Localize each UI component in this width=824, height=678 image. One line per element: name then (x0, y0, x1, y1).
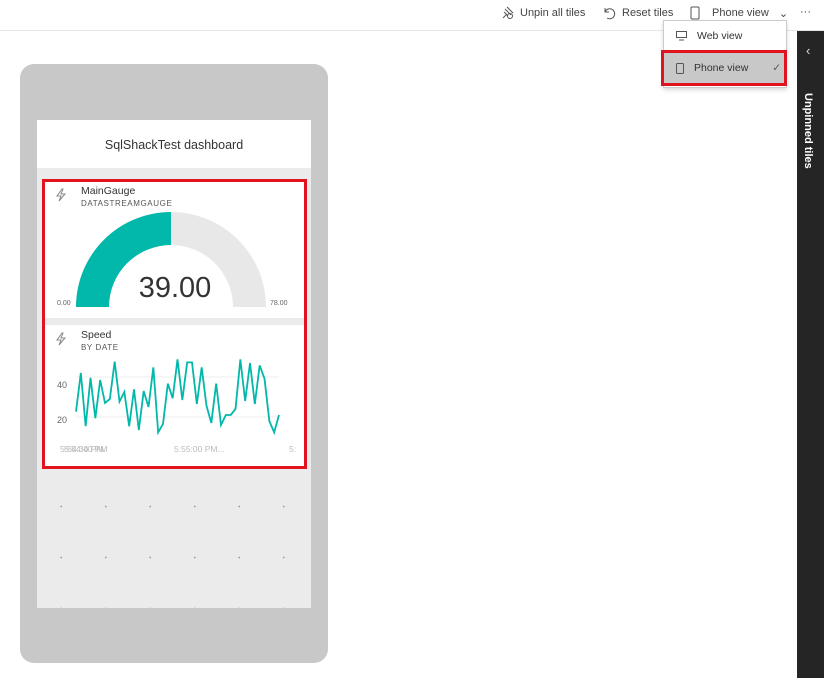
view-selector[interactable]: Phone view ⌄ (688, 6, 788, 20)
reset-tiles-button[interactable]: Reset tiles (602, 6, 673, 20)
unpin-all-tiles-button[interactable]: Unpin all tiles (500, 6, 585, 20)
web-view-option[interactable]: Web view (664, 22, 786, 50)
more-options-button[interactable]: ··· (800, 6, 811, 18)
chevron-down-icon: ⌄ (778, 7, 789, 20)
phone-view-option[interactable]: Phone view ✓ (661, 50, 787, 86)
unpin-label: Unpin all tiles (520, 7, 586, 19)
dashboard-title: SqlShackTest dashboard (37, 120, 311, 168)
unpinned-tiles-pane[interactable]: ‹ Unpinned tiles (797, 31, 824, 678)
phone-icon (676, 62, 684, 74)
monitor-icon (676, 31, 687, 41)
phone-view-label: Phone view (694, 62, 749, 74)
unpinned-tiles-label: Unpinned tiles (802, 93, 814, 169)
highlight-box (42, 179, 307, 469)
chevron-left-icon[interactable]: ‹ (806, 43, 810, 58)
more-icon: ··· (800, 6, 811, 18)
unpin-icon (502, 6, 514, 19)
web-view-label: Web view (697, 30, 743, 42)
phone-icon (690, 6, 700, 20)
view-label: Phone view (712, 7, 769, 19)
checkmark-icon: ✓ (772, 62, 782, 74)
undo-icon (604, 8, 616, 20)
reset-label: Reset tiles (622, 7, 674, 19)
view-dropdown: Web view Phone view ✓ (661, 20, 787, 88)
